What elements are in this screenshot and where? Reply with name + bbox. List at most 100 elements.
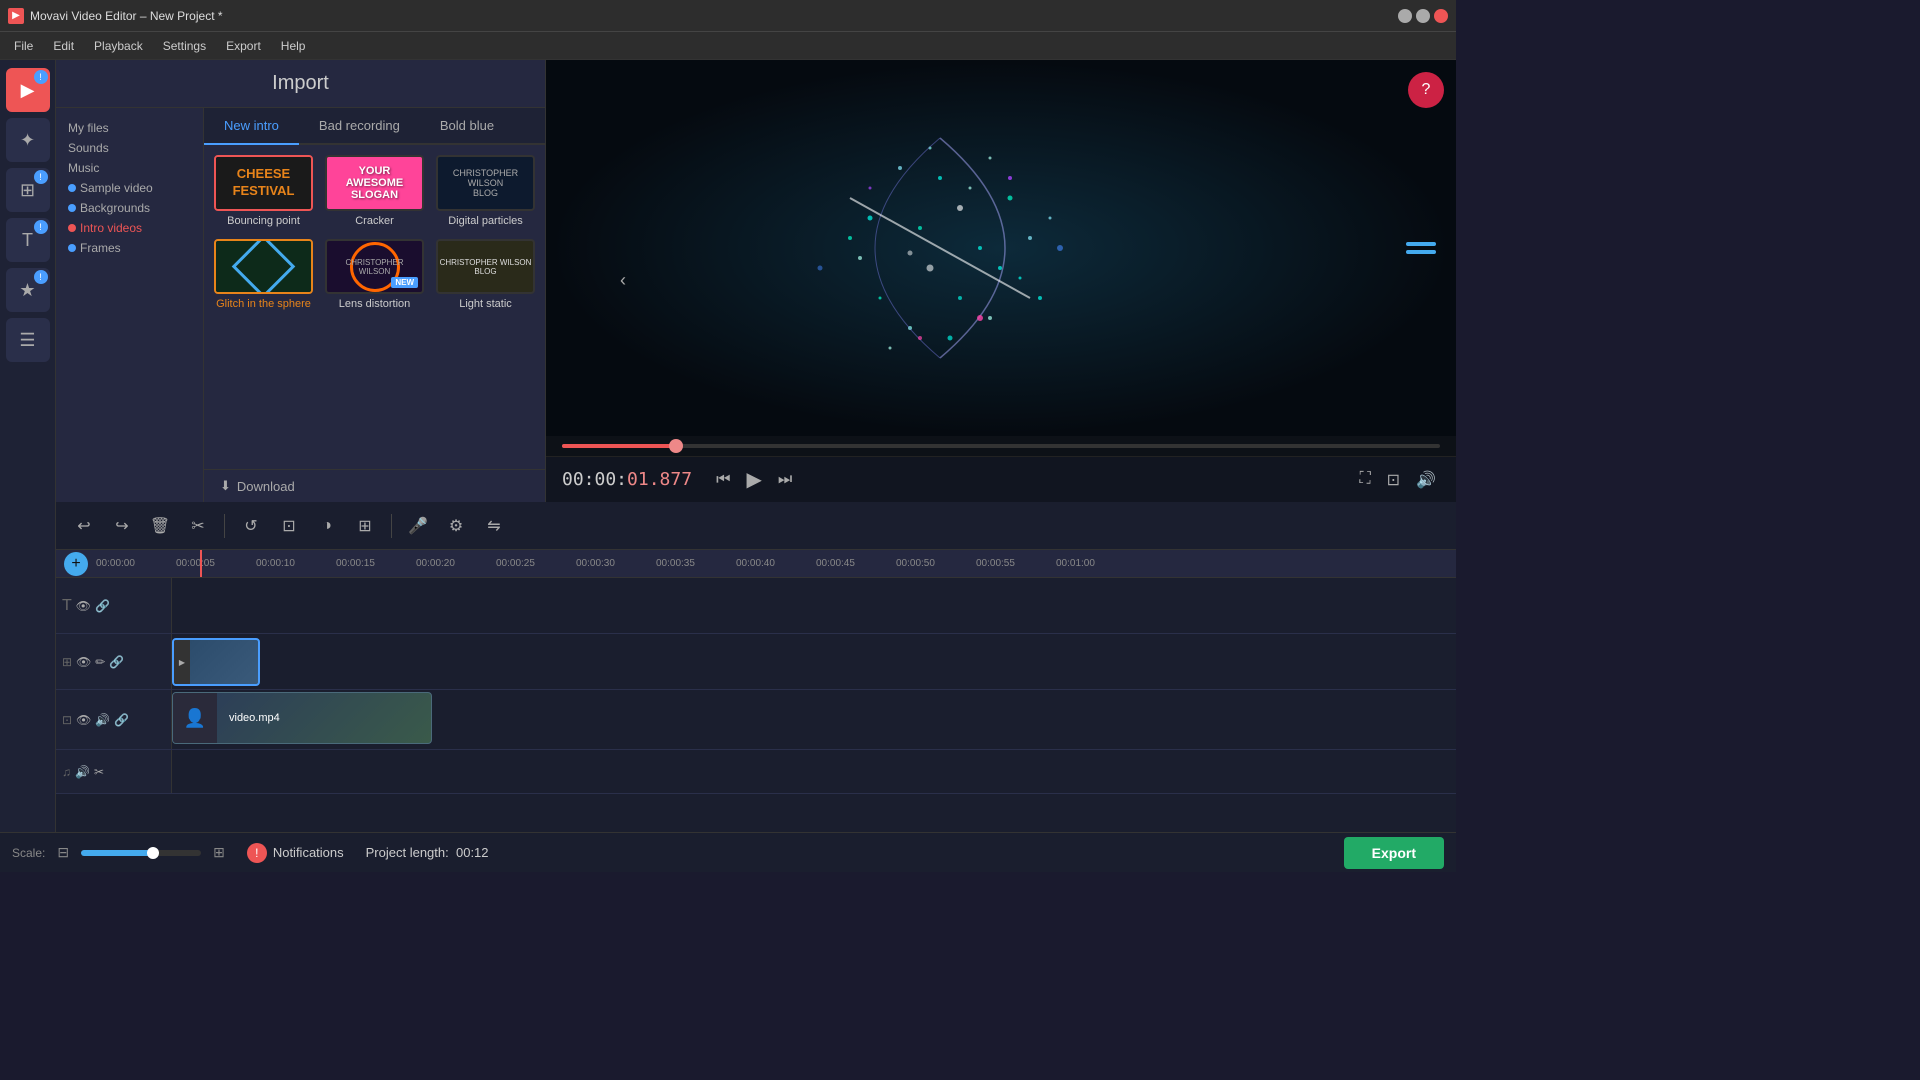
tab-new-intro[interactable]: New intro bbox=[204, 108, 299, 145]
edit-icon-overlay[interactable]: ✏ bbox=[95, 655, 105, 669]
link-icon-overlay[interactable]: 🔗 bbox=[109, 655, 124, 669]
tree-item-samplevideo[interactable]: Sample video bbox=[64, 178, 195, 198]
sidebar-item-effects[interactable]: ✦ bbox=[6, 118, 50, 162]
scissors-icon-audio[interactable]: ✂ bbox=[94, 765, 104, 779]
sidebar-item-elements[interactable]: ★ ! bbox=[6, 268, 50, 312]
tick-20: 00:00:20 bbox=[416, 558, 496, 569]
thumb-bouncing-point: CHEESEFESTIVAL bbox=[214, 155, 313, 211]
link-icon-main[interactable]: 🔗 bbox=[114, 713, 129, 727]
tab-bold-blue[interactable]: Bold blue bbox=[420, 108, 514, 145]
skip-end-button[interactable]: ⏭ bbox=[774, 467, 796, 493]
undo-button[interactable]: ↩ bbox=[68, 510, 100, 542]
tree-item-frames[interactable]: Frames bbox=[64, 238, 195, 258]
intro-clip[interactable]: ▶ bbox=[172, 638, 260, 686]
scale-fill bbox=[81, 850, 153, 856]
tick-60: 00:01:00 bbox=[1056, 558, 1136, 569]
menu-edit[interactable]: Edit bbox=[43, 35, 84, 57]
delete-button[interactable]: 🗑 bbox=[144, 510, 176, 542]
redo-button[interactable]: ↪ bbox=[106, 510, 138, 542]
maximize-button[interactable] bbox=[1416, 9, 1430, 23]
scale-slider[interactable] bbox=[81, 850, 201, 856]
status-bar: Scale: ⊟ ⊞ ! Notifications Project lengt… bbox=[0, 832, 1456, 872]
transitions-icon: ⊞ bbox=[20, 180, 35, 201]
sidebar-item-list[interactable]: ☰ bbox=[6, 318, 50, 362]
scale-label: Scale: bbox=[12, 846, 45, 860]
window-title: Movavi Video Editor – New Project * bbox=[30, 9, 1398, 23]
link-icon-title[interactable]: 🔗 bbox=[95, 599, 110, 613]
thumb-lens: CHRISTOPHERWILSON NEW bbox=[325, 239, 424, 295]
sidebar-item-media[interactable]: ▶ ! bbox=[6, 68, 50, 112]
thumb-glitch bbox=[214, 239, 313, 295]
progress-bar-area[interactable] bbox=[546, 436, 1456, 456]
track-row-audio: ♫ 🔊 ✂ bbox=[56, 750, 1456, 794]
main-video-clip[interactable]: 👤 video.mp4 bbox=[172, 692, 432, 744]
fullscreen-button[interactable]: ⛶ bbox=[1355, 466, 1374, 494]
adjust-button[interactable]: ⇋ bbox=[478, 510, 510, 542]
crop-button[interactable]: ⊡ bbox=[273, 510, 305, 542]
rotate-button[interactable]: ↺ bbox=[235, 510, 267, 542]
grid-item-digital-particles[interactable]: CHRISTOPHER WILSONBLOG Digital particles bbox=[436, 155, 535, 227]
volume-button[interactable]: 🔊 bbox=[1412, 466, 1440, 494]
tick-5: 00:00:05 bbox=[176, 558, 256, 569]
download-button[interactable]: ⬇ Download bbox=[204, 469, 545, 502]
eye-icon-title[interactable]: 👁 bbox=[76, 599, 91, 613]
mute-icon-main[interactable]: 🔊 bbox=[95, 713, 110, 727]
import-panel: Import My files Sounds Music Sample vide… bbox=[56, 60, 546, 502]
menu-line-2 bbox=[1406, 250, 1436, 254]
tick-55: 00:00:55 bbox=[976, 558, 1056, 569]
glitch-shape bbox=[232, 239, 296, 295]
eye-icon-overlay[interactable]: 👁 bbox=[76, 655, 91, 669]
color-button[interactable]: ◑ bbox=[311, 510, 343, 542]
mic-button[interactable]: 🎤 bbox=[402, 510, 434, 542]
download-label: Download bbox=[237, 479, 295, 494]
zoom-button[interactable]: ⊞ bbox=[349, 510, 381, 542]
menu-file[interactable]: File bbox=[4, 35, 43, 57]
media-badge: ! bbox=[34, 70, 48, 84]
menu-help[interactable]: Help bbox=[271, 35, 316, 57]
scale-thumb[interactable] bbox=[147, 847, 159, 859]
titlebar: ▶ Movavi Video Editor – New Project * bbox=[0, 0, 1456, 32]
menu-line-1 bbox=[1406, 242, 1436, 246]
play-button[interactable]: ▶ bbox=[742, 463, 765, 496]
grid-item-lightstatic[interactable]: CHRISTOPHER WILSONBLOG Light static bbox=[436, 239, 535, 311]
progress-thumb[interactable] bbox=[669, 439, 683, 453]
menu-settings[interactable]: Settings bbox=[153, 35, 216, 57]
sidebar-item-titles[interactable]: T ! bbox=[6, 218, 50, 262]
particle-sphere bbox=[790, 98, 1090, 398]
skip-start-button[interactable]: ⏮ bbox=[712, 467, 734, 493]
grid-item-glitch[interactable]: Glitch in the sphere bbox=[214, 239, 313, 311]
menubar: File Edit Playback Settings Export Help bbox=[0, 32, 1456, 60]
track-controls-overlay: ⊞ 👁 ✏ 🔗 bbox=[56, 634, 172, 689]
tree-item-music[interactable]: Music bbox=[64, 158, 195, 178]
lightstatic-text: CHRISTOPHER WILSONBLOG bbox=[440, 258, 532, 276]
settings-button[interactable]: ⚙ bbox=[440, 510, 472, 542]
tick-10: 00:00:10 bbox=[256, 558, 336, 569]
fit-button[interactable]: ⊡ bbox=[1383, 466, 1404, 494]
export-button[interactable]: Export bbox=[1344, 837, 1444, 869]
tree-item-myfiles[interactable]: My files bbox=[64, 118, 195, 138]
notifications-button[interactable]: ! Notifications bbox=[237, 839, 354, 867]
sidebar-item-transitions[interactable]: ⊞ ! bbox=[6, 168, 50, 212]
menu-playback[interactable]: Playback bbox=[84, 35, 153, 57]
close-button[interactable] bbox=[1434, 9, 1448, 23]
minimize-button[interactable] bbox=[1398, 9, 1412, 23]
eye-icon-main[interactable]: 👁 bbox=[76, 713, 91, 727]
sidebar-icons: ▶ ! ✦ ⊞ ! T ! ★ ! ☰ bbox=[0, 60, 56, 832]
effects-icon: ✦ bbox=[20, 130, 35, 151]
grid-item-cracker[interactable]: YOURAWESOMESLOGAN Cracker bbox=[325, 155, 424, 227]
tree-item-intro-videos[interactable]: Intro videos bbox=[64, 218, 195, 238]
help-button[interactable]: ? bbox=[1408, 72, 1444, 108]
progress-track[interactable] bbox=[562, 444, 1440, 448]
add-track-button[interactable]: + bbox=[64, 552, 88, 576]
time-highlight: 01.877 bbox=[627, 469, 692, 490]
mute-icon-audio[interactable]: 🔊 bbox=[75, 765, 90, 779]
clip-thumb-icon: ▶ bbox=[179, 658, 185, 667]
grid-item-lens[interactable]: CHRISTOPHERWILSON NEW Lens distortion bbox=[325, 239, 424, 311]
cut-button[interactable]: ✂ bbox=[182, 510, 214, 542]
tree-item-backgrounds[interactable]: Backgrounds bbox=[64, 198, 195, 218]
label-lens: Lens distortion bbox=[339, 298, 411, 310]
tab-bad-recording[interactable]: Bad recording bbox=[299, 108, 420, 145]
tree-item-sounds[interactable]: Sounds bbox=[64, 138, 195, 158]
grid-item-bouncing-point[interactable]: CHEESEFESTIVAL Bouncing point bbox=[214, 155, 313, 227]
menu-export[interactable]: Export bbox=[216, 35, 271, 57]
